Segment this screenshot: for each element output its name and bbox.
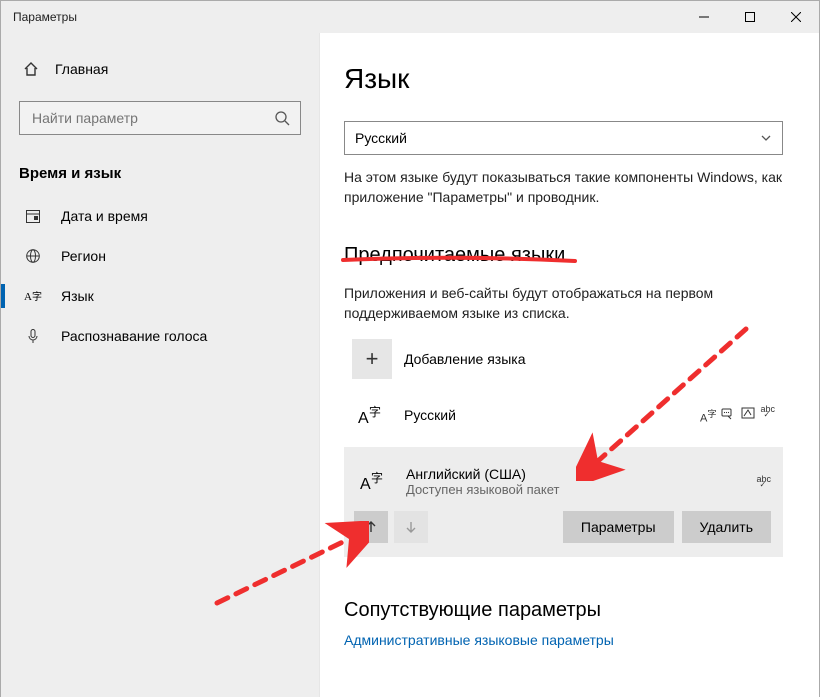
spellcheck-mini-icon: abc xyxy=(760,404,775,423)
svg-text:A: A xyxy=(360,476,371,493)
admin-language-link[interactable]: Административные языковые параметры xyxy=(344,632,783,648)
sidebar: Главная Время и язык Дата и время Регион… xyxy=(1,33,320,697)
nav-speech[interactable]: Распознавание голоса xyxy=(1,316,319,356)
microphone-icon xyxy=(23,328,43,344)
svg-text:字: 字 xyxy=(32,290,42,303)
related-settings-title: Сопутствующие параметры xyxy=(344,599,783,622)
spellcheck-mini-icon: abc xyxy=(756,474,771,484)
language-glyph-icon: A字 xyxy=(352,395,392,435)
window-title: Параметры xyxy=(1,10,681,24)
text-to-speech-mini-icon xyxy=(721,406,736,425)
nav-region[interactable]: Регион xyxy=(1,236,319,276)
language-panel-english: A字 Английский (США) Доступен языковой па… xyxy=(344,447,783,557)
dropdown-value: Русский xyxy=(355,130,760,146)
svg-text:字: 字 xyxy=(371,470,383,485)
language-row-english[interactable]: A字 Английский (США) Доступен языковой па… xyxy=(354,457,771,511)
page-title: Язык xyxy=(344,63,783,95)
nav-language[interactable]: A字 Язык xyxy=(1,276,319,316)
preferred-languages-title: Предпочитаемые языки xyxy=(344,244,565,267)
maximize-button[interactable] xyxy=(727,1,773,33)
search-input[interactable] xyxy=(30,109,274,127)
options-button[interactable]: Параметры xyxy=(563,511,674,543)
language-name: Английский (США) xyxy=(406,466,559,482)
add-language-row[interactable]: + Добавление языка xyxy=(344,331,783,387)
language-row-russian[interactable]: A字 Русский A字 abc xyxy=(344,387,783,443)
minimize-button[interactable] xyxy=(681,1,727,33)
calendar-icon xyxy=(23,208,43,224)
language-subtext: Доступен языковой пакет xyxy=(406,482,559,497)
language-name: Русский xyxy=(404,407,456,423)
svg-text:A: A xyxy=(358,410,369,427)
home-icon xyxy=(23,61,39,77)
svg-text:A: A xyxy=(24,291,32,303)
display-language-mini-icon: A字 xyxy=(700,406,717,425)
search-box[interactable] xyxy=(19,101,301,135)
add-language-label: Добавление языка xyxy=(404,351,526,367)
move-down-button[interactable] xyxy=(394,511,428,543)
content-pane: Язык Русский На этом языке будут показыв… xyxy=(320,33,819,697)
display-language-desc: На этом языке будут показываться такие к… xyxy=(344,167,783,208)
plus-icon: + xyxy=(352,339,392,379)
title-bar: Параметры xyxy=(1,1,819,33)
nav-label: Регион xyxy=(61,248,106,264)
language-icon: A字 xyxy=(23,288,43,304)
move-up-button[interactable] xyxy=(354,511,388,543)
language-feature-icons: abc xyxy=(756,476,771,486)
language-feature-icons: A字 abc xyxy=(700,406,775,425)
svg-text:字: 字 xyxy=(369,404,381,419)
language-glyph-icon: A字 xyxy=(354,461,394,501)
search-icon xyxy=(274,110,290,126)
nav-label: Распознавание голоса xyxy=(61,328,207,344)
group-title: Время и язык xyxy=(1,157,319,196)
nav-label: Дата и время xyxy=(61,208,148,224)
home-label: Главная xyxy=(55,61,108,77)
chevron-down-icon xyxy=(760,132,772,144)
close-button[interactable] xyxy=(773,1,819,33)
home-link[interactable]: Главная xyxy=(1,51,319,87)
handwriting-mini-icon xyxy=(741,406,755,425)
nav-label: Язык xyxy=(61,288,94,304)
preferred-languages-desc: Приложения и веб-сайты будут отображатьс… xyxy=(344,283,783,324)
nav-datetime[interactable]: Дата и время xyxy=(1,196,319,236)
globe-icon xyxy=(23,248,43,264)
remove-button[interactable]: Удалить xyxy=(682,511,771,543)
display-language-dropdown[interactable]: Русский xyxy=(344,121,783,155)
